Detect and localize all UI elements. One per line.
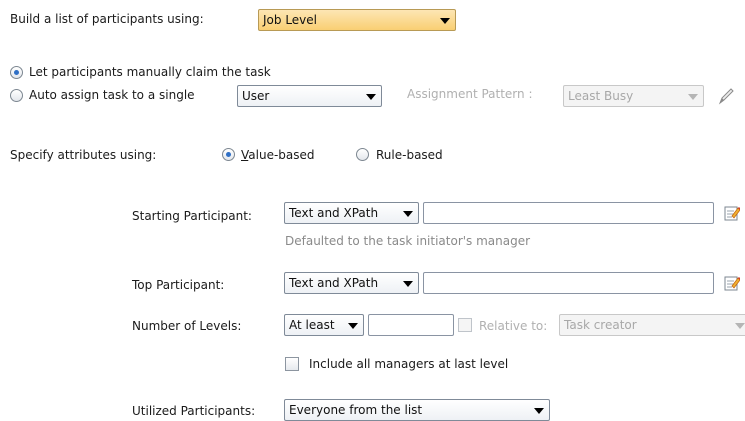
utilized-participants-label: Utilized Participants: bbox=[132, 404, 256, 418]
chevron-down-icon bbox=[403, 211, 413, 217]
auto-assign-label: Auto assign task to a single bbox=[29, 88, 195, 102]
value-based-radio[interactable] bbox=[222, 148, 235, 161]
starting-participant-type-dropdown[interactable]: Text and XPath bbox=[284, 202, 419, 224]
value-based-label: Value-based bbox=[241, 148, 315, 162]
build-list-value: Job Level bbox=[263, 13, 317, 27]
auto-assign-value: User bbox=[242, 89, 270, 103]
utilized-participants-dropdown[interactable]: Everyone from the list bbox=[284, 399, 550, 421]
auto-assign-dropdown[interactable]: User bbox=[237, 85, 382, 107]
top-participant-label: Top Participant: bbox=[132, 278, 225, 292]
chevron-down-icon bbox=[688, 94, 698, 100]
levels-mode-value: At least bbox=[289, 318, 335, 332]
top-participant-type-dropdown[interactable]: Text and XPath bbox=[284, 272, 419, 294]
manual-claim-label: Let participants manually claim the task bbox=[29, 65, 271, 79]
chevron-down-icon bbox=[440, 18, 450, 24]
build-list-label: Build a list of participants using: bbox=[10, 12, 204, 26]
number-of-levels-label: Number of Levels: bbox=[132, 319, 242, 333]
relative-to-dropdown[interactable]: Task creator bbox=[559, 314, 745, 336]
chevron-down-icon bbox=[534, 408, 544, 414]
relative-to-value: Task creator bbox=[564, 318, 637, 332]
relative-to-label: Relative to: bbox=[479, 319, 548, 333]
include-all-managers-checkbox[interactable] bbox=[285, 357, 299, 371]
top-participant-type-value: Text and XPath bbox=[289, 276, 379, 290]
manual-claim-radio[interactable] bbox=[10, 66, 23, 79]
chevron-down-icon bbox=[403, 281, 413, 287]
starting-participant-hint: Defaulted to the task initiator's manage… bbox=[285, 234, 531, 248]
pencil-icon[interactable] bbox=[716, 86, 736, 106]
top-participant-input[interactable] bbox=[423, 272, 714, 294]
levels-count-input[interactable] bbox=[368, 314, 454, 336]
expression-builder-icon[interactable] bbox=[724, 205, 740, 221]
build-list-dropdown[interactable]: Job Level bbox=[258, 9, 456, 31]
auto-assign-radio[interactable] bbox=[10, 89, 23, 102]
relative-to-checkbox[interactable] bbox=[458, 318, 472, 332]
assignment-pattern-label: Assignment Pattern : bbox=[407, 87, 533, 101]
levels-mode-dropdown[interactable]: At least bbox=[284, 314, 364, 336]
assignment-pattern-value: Least Busy bbox=[568, 89, 634, 103]
chevron-down-icon bbox=[348, 323, 358, 329]
specify-attributes-label: Specify attributes using: bbox=[10, 148, 157, 162]
chevron-down-icon bbox=[735, 323, 745, 329]
rule-based-label: Rule-based bbox=[376, 148, 443, 162]
utilized-participants-value: Everyone from the list bbox=[289, 403, 423, 417]
expression-builder-icon[interactable] bbox=[724, 275, 740, 291]
assignment-pattern-dropdown[interactable]: Least Busy bbox=[563, 85, 704, 107]
starting-participant-input[interactable] bbox=[423, 202, 714, 224]
chevron-down-icon bbox=[366, 94, 376, 100]
rule-based-radio[interactable] bbox=[356, 148, 369, 161]
starting-participant-type-value: Text and XPath bbox=[289, 206, 379, 220]
include-all-managers-label: Include all managers at last level bbox=[309, 357, 509, 371]
starting-participant-label: Starting Participant: bbox=[132, 209, 252, 223]
